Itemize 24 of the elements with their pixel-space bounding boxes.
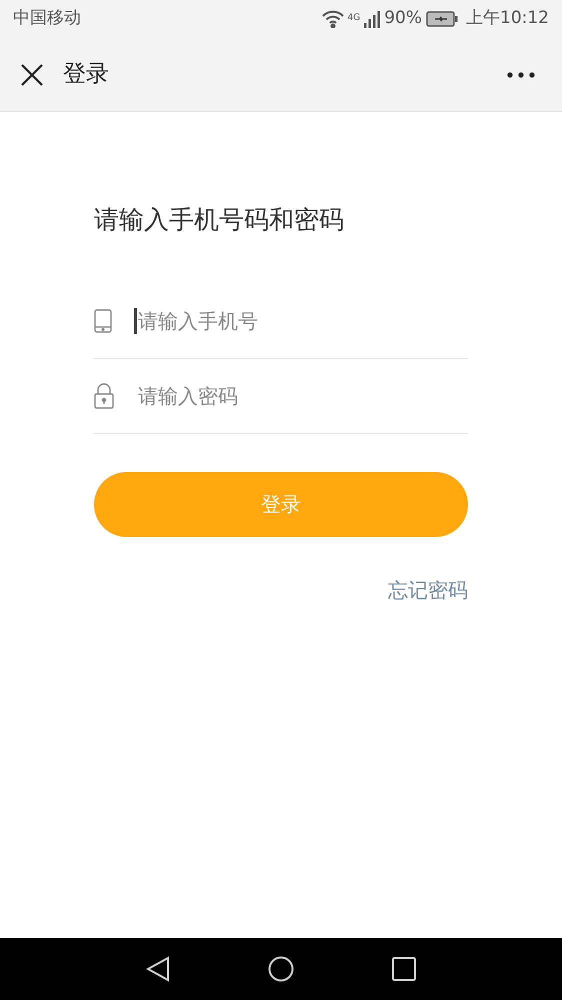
home-button[interactable] xyxy=(268,956,294,982)
network-type: 4G xyxy=(348,12,360,26)
login-heading: 请输入手机号码和密码 xyxy=(94,204,345,236)
clock-time: 上午10:12 xyxy=(466,7,549,30)
wifi-icon xyxy=(322,10,344,28)
lock-icon xyxy=(94,382,114,408)
phone-icon xyxy=(94,308,112,332)
close-icon xyxy=(20,62,44,86)
more-icon xyxy=(507,72,535,78)
battery-percent: 90% xyxy=(384,7,422,30)
close-button[interactable] xyxy=(19,62,45,88)
login-button[interactable]: 登录 xyxy=(94,472,468,536)
back-icon xyxy=(146,956,170,982)
page-title: 登录 xyxy=(63,60,109,90)
home-icon xyxy=(268,956,294,982)
battery-icon xyxy=(426,11,458,27)
recents-icon xyxy=(392,957,416,981)
forgot-password-link[interactable]: 忘记密码 xyxy=(388,574,468,604)
carrier-name: 中国移动 xyxy=(13,7,81,30)
back-button[interactable] xyxy=(146,956,170,982)
input-field[interactable]: 请输入手机号 xyxy=(134,308,468,334)
recents-button[interactable] xyxy=(392,957,416,981)
signal-icon xyxy=(364,10,380,28)
input-field[interactable]: 请输入密码 xyxy=(134,382,468,408)
